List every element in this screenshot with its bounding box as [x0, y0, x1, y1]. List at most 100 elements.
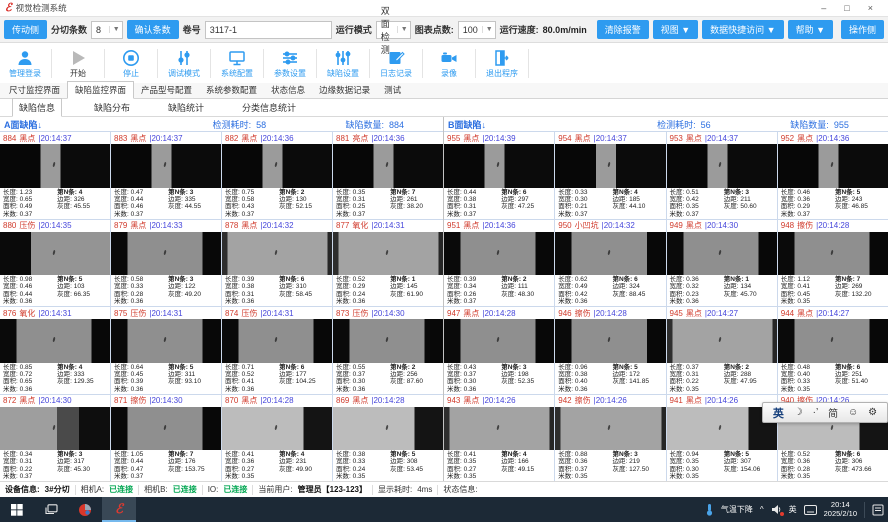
defect-cell[interactable]: 869 黑点 |20:14:28 长度: 0.38 宽度: 0.33 面积: 0…	[333, 395, 443, 482]
defect-image[interactable]	[333, 232, 443, 276]
defect-image[interactable]	[0, 144, 110, 188]
defect-cell[interactable]: 874 压伤 |20:14:31 长度: 0.71 宽度: 0.52 面积: 0…	[222, 307, 332, 394]
defect-cell[interactable]: 955 黑点 |20:14:39 长度: 0.44 宽度: 0.38 面积: 0…	[444, 132, 554, 219]
defect-cell[interactable]: 950 小凹坑 |20:14:32 长度: 0.62 宽度: 0.49 面积: …	[555, 220, 665, 307]
defect-cell[interactable]: 879 黑点 |20:14:33 长度: 0.58 宽度: 0.33 面积: 0…	[111, 220, 221, 307]
close-icon[interactable]: ×	[868, 3, 873, 13]
roll-number-input[interactable]	[205, 21, 332, 39]
defect-cell[interactable]: 883 黑点 |20:14:37 长度: 0.47 宽度: 0.44 面积: 0…	[111, 132, 221, 219]
help-menu-button[interactable]: 帮助 ▼	[788, 20, 833, 39]
defect-cell[interactable]: 946 擦伤 |20:14:28 长度: 0.96 宽度: 0.38 面积: 0…	[555, 307, 665, 394]
debug-mode-button[interactable]: 调试模式	[161, 44, 207, 83]
run-mode-select[interactable]: 双面检测 ▼	[376, 21, 411, 39]
defect-image[interactable]	[444, 232, 554, 276]
defect-cell[interactable]: 953 黑点 |20:14:37 长度: 0.51 宽度: 0.42 面积: 0…	[667, 132, 777, 219]
defect-image[interactable]	[0, 319, 110, 363]
defect-image[interactable]	[333, 407, 443, 451]
defect-image[interactable]	[222, 407, 332, 451]
taskbar-app-browser[interactable]	[68, 497, 102, 522]
defect-cell[interactable]: 878 黑点 |20:14:32 长度: 0.39 宽度: 0.38 面积: 0…	[222, 220, 332, 307]
defect-image[interactable]	[667, 144, 777, 188]
defect-image[interactable]	[0, 407, 110, 451]
panel-a-title[interactable]: A面缺陷↓	[0, 118, 213, 131]
defect-cell[interactable]: 882 黑点 |20:14:36 长度: 0.75 宽度: 0.58 面积: 0…	[222, 132, 332, 219]
log-record-button[interactable]: 日志记录	[373, 44, 419, 83]
defect-image[interactable]	[778, 144, 888, 188]
ime-lang-toggle[interactable]: 英	[773, 405, 784, 421]
defect-image[interactable]	[111, 144, 221, 188]
defect-cell[interactable]: 884 黑点 |20:14:37 长度: 1.23 宽度: 0.65 面积: 0…	[0, 132, 110, 219]
admin-login-button[interactable]: 管理登录	[2, 44, 48, 83]
tab-defect-monitor[interactable]: 缺陷监控界面	[67, 81, 134, 99]
punctuation-icon[interactable]: ·’	[813, 407, 819, 418]
subtab-class-info-stats[interactable]: 分类信息统计	[236, 99, 302, 116]
emoji-icon[interactable]: ☺	[848, 407, 858, 418]
start-button[interactable]: 开始	[55, 44, 101, 83]
action-center-icon[interactable]	[872, 504, 884, 516]
operator-side-button[interactable]: 操作侧	[841, 20, 884, 39]
defect-cell[interactable]: 944 黑点 |20:14:27 长度: 0.48 宽度: 0.40 面积: 0…	[778, 307, 888, 394]
defect-image[interactable]	[333, 319, 443, 363]
defect-image[interactable]	[667, 407, 777, 451]
defect-image[interactable]	[222, 232, 332, 276]
defect-image[interactable]	[222, 144, 332, 188]
defect-cell[interactable]: 880 压伤 |20:14:35 长度: 0.98 宽度: 0.46 面积: 0…	[0, 220, 110, 307]
weather-text[interactable]: 气温下降	[721, 504, 753, 515]
defect-image[interactable]	[222, 319, 332, 363]
defect-image[interactable]	[0, 232, 110, 276]
defect-cell[interactable]: 942 擦伤 |20:14:26 长度: 0.88 宽度: 0.36 面积: 0…	[555, 395, 665, 482]
stop-button[interactable]: 停止	[108, 44, 154, 83]
defect-cell[interactable]: 954 黑点 |20:14:37 长度: 0.33 宽度: 0.30 面积: 0…	[555, 132, 665, 219]
task-view-button[interactable]	[34, 497, 68, 522]
minimize-icon[interactable]: –	[821, 3, 826, 13]
system-config-button[interactable]: 系统配置	[214, 44, 260, 83]
clear-alarm-button[interactable]: 清除报警	[597, 20, 649, 39]
defect-cell[interactable]: 943 黑点 |20:14:26 长度: 0.41 宽度: 0.35 面积: 0…	[444, 395, 554, 482]
clock[interactable]: 20:14 2025/2/10	[824, 501, 857, 518]
taskbar-app-vision-system[interactable]: ℰ	[102, 497, 136, 522]
data-quick-access-button[interactable]: 数据快捷访问 ▼	[702, 20, 783, 39]
defect-cell[interactable]: 877 氧化 |20:14:31 长度: 0.52 宽度: 0.29 面积: 0…	[333, 220, 443, 307]
defect-cell[interactable]: 941 黑点 |20:14:26 长度: 0.94 宽度: 0.35 面积: 0…	[667, 395, 777, 482]
defect-cell[interactable]: 949 黑点 |20:14:30 长度: 0.36 宽度: 0.32 面积: 0…	[667, 220, 777, 307]
defect-image[interactable]	[444, 407, 554, 451]
defect-image[interactable]	[333, 144, 443, 188]
defect-image[interactable]	[778, 319, 888, 363]
defect-cell[interactable]: 872 黑点 |20:14:30 长度: 0.34 宽度: 0.31 面积: 0…	[0, 395, 110, 482]
defect-cell[interactable]: 871 擦伤 |20:14:30 长度: 1.05 宽度: 0.44 面积: 0…	[111, 395, 221, 482]
defect-cell[interactable]: 873 压伤 |20:14:30 长度: 0.55 宽度: 0.37 面积: 0…	[333, 307, 443, 394]
defect-image[interactable]	[111, 319, 221, 363]
defect-image[interactable]	[444, 144, 554, 188]
video-record-button[interactable]: 录像	[426, 44, 472, 83]
gear-icon[interactable]: ⚙	[868, 407, 877, 418]
defect-image[interactable]	[555, 144, 665, 188]
subtab-defect-stats[interactable]: 缺陷统计	[162, 99, 210, 116]
drive-side-button[interactable]: 传动侧	[4, 20, 47, 39]
tray-expand-caret[interactable]: ^	[760, 505, 764, 514]
confirm-count-button[interactable]: 确认条数	[127, 20, 179, 39]
defect-cell[interactable]: 947 黑点 |20:14:28 长度: 0.43 宽度: 0.37 面积: 0…	[444, 307, 554, 394]
defect-cell[interactable]: 945 黑点 |20:14:27 长度: 0.37 宽度: 0.31 面积: 0…	[667, 307, 777, 394]
start-button[interactable]	[0, 497, 34, 522]
defect-cell[interactable]: 876 氧化 |20:14:31 长度: 0.85 宽度: 0.72 面积: 0…	[0, 307, 110, 394]
tab-system-params[interactable]: 系统参数配置	[199, 82, 264, 98]
slit-count-select[interactable]: 8 ▼	[91, 21, 123, 39]
tab-product-config[interactable]: 产品型号配置	[134, 82, 199, 98]
subtab-defect-distribution[interactable]: 缺陷分布	[88, 99, 136, 116]
volume-button[interactable]	[771, 504, 782, 515]
defect-image[interactable]	[111, 407, 221, 451]
parameter-settings-button[interactable]: 参数设置	[267, 44, 313, 83]
defect-cell[interactable]: 952 黑点 |20:14:36 长度: 0.46 宽度: 0.36 面积: 0…	[778, 132, 888, 219]
defect-image[interactable]	[778, 232, 888, 276]
defect-image[interactable]	[111, 232, 221, 276]
defect-settings-button[interactable]: 缺陷设置	[320, 44, 366, 83]
defect-image[interactable]	[444, 319, 554, 363]
defect-image[interactable]	[555, 232, 665, 276]
defect-image[interactable]	[667, 232, 777, 276]
defect-cell[interactable]: 870 黑点 |20:14:28 长度: 0.41 宽度: 0.36 面积: 0…	[222, 395, 332, 482]
chart-points-select[interactable]: 100 ▼	[458, 21, 496, 39]
tab-status-info[interactable]: 状态信息	[264, 82, 312, 98]
keyboard-icon[interactable]	[804, 505, 817, 515]
tab-edge-data[interactable]: 边缘数据记录	[312, 82, 377, 98]
exit-program-button[interactable]: 退出程序	[479, 44, 525, 83]
